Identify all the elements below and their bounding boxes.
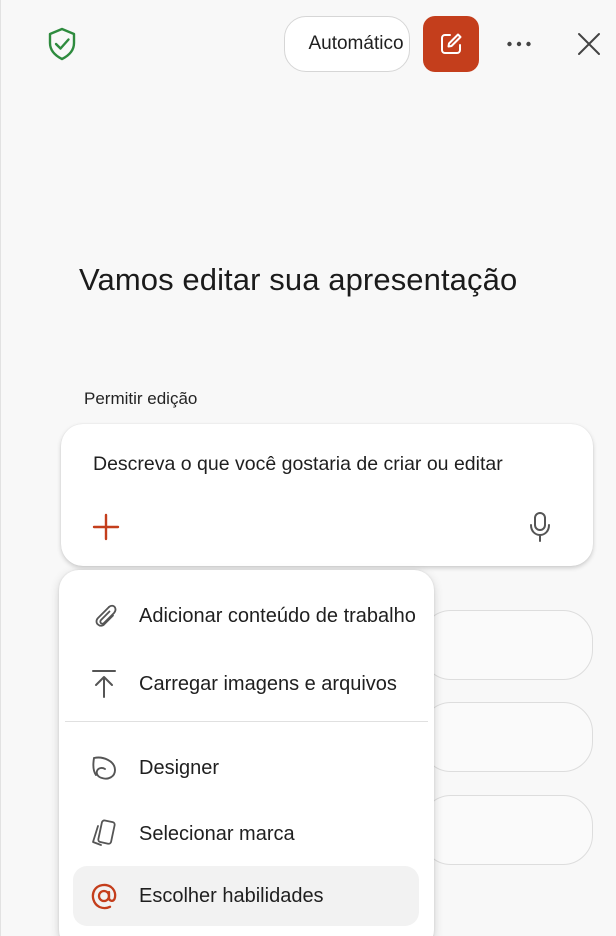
microphone-icon: [530, 512, 550, 542]
menu-item-upload-files[interactable]: Carregar imagens e arquivos: [73, 654, 419, 714]
suggestion-pill[interactable]: [421, 795, 593, 865]
menu-divider: [65, 721, 428, 722]
page-title: Vamos editar sua apresentação: [79, 262, 518, 297]
mode-selector-button[interactable]: Automático: [284, 16, 410, 72]
upload-icon: [73, 654, 135, 714]
mode-selector-label: Automático: [308, 33, 404, 54]
menu-item-label: Carregar imagens e arquivos: [139, 672, 397, 695]
paperclip-icon: [73, 586, 135, 646]
menu-item-select-brand[interactable]: Selecionar marca: [73, 804, 419, 864]
menu-item-choose-skills[interactable]: Escolher habilidades: [73, 866, 419, 926]
suggestion-pill[interactable]: [421, 702, 593, 772]
menu-item-add-work-content[interactable]: Adicionar conteúdo de trabalho: [73, 586, 419, 646]
menu-item-designer[interactable]: Designer: [73, 738, 419, 798]
compose-icon: [441, 33, 462, 54]
at-sign-icon: [73, 866, 135, 926]
menu-item-label: Designer: [139, 756, 220, 779]
permission-label: Permitir edição: [84, 389, 198, 408]
more-horizontal-icon: [507, 41, 531, 47]
suggestion-pill[interactable]: [421, 610, 593, 680]
microphone-button[interactable]: [519, 506, 561, 548]
add-button[interactable]: [85, 506, 127, 548]
add-menu: Adicionar conteúdo de trabalho Carregar …: [59, 570, 434, 936]
close-icon: [578, 33, 600, 55]
menu-item-label: Adicionar conteúdo de trabalho: [139, 604, 416, 627]
shield-check-icon: [45, 26, 79, 62]
compose-button[interactable]: [423, 16, 479, 72]
close-button[interactable]: [569, 24, 609, 64]
prompt-input[interactable]: Descreva o que você gostaria de criar ou…: [93, 453, 503, 476]
prompt-box[interactable]: Descreva o que você gostaria de criar ou…: [61, 424, 593, 566]
designer-icon: [73, 738, 135, 798]
menu-item-label: Selecionar marca: [139, 822, 295, 845]
brand-icon: [73, 804, 135, 864]
menu-item-label: Escolher habilidades: [139, 884, 324, 907]
more-options-button[interactable]: [497, 24, 541, 64]
plus-icon: [92, 513, 120, 541]
